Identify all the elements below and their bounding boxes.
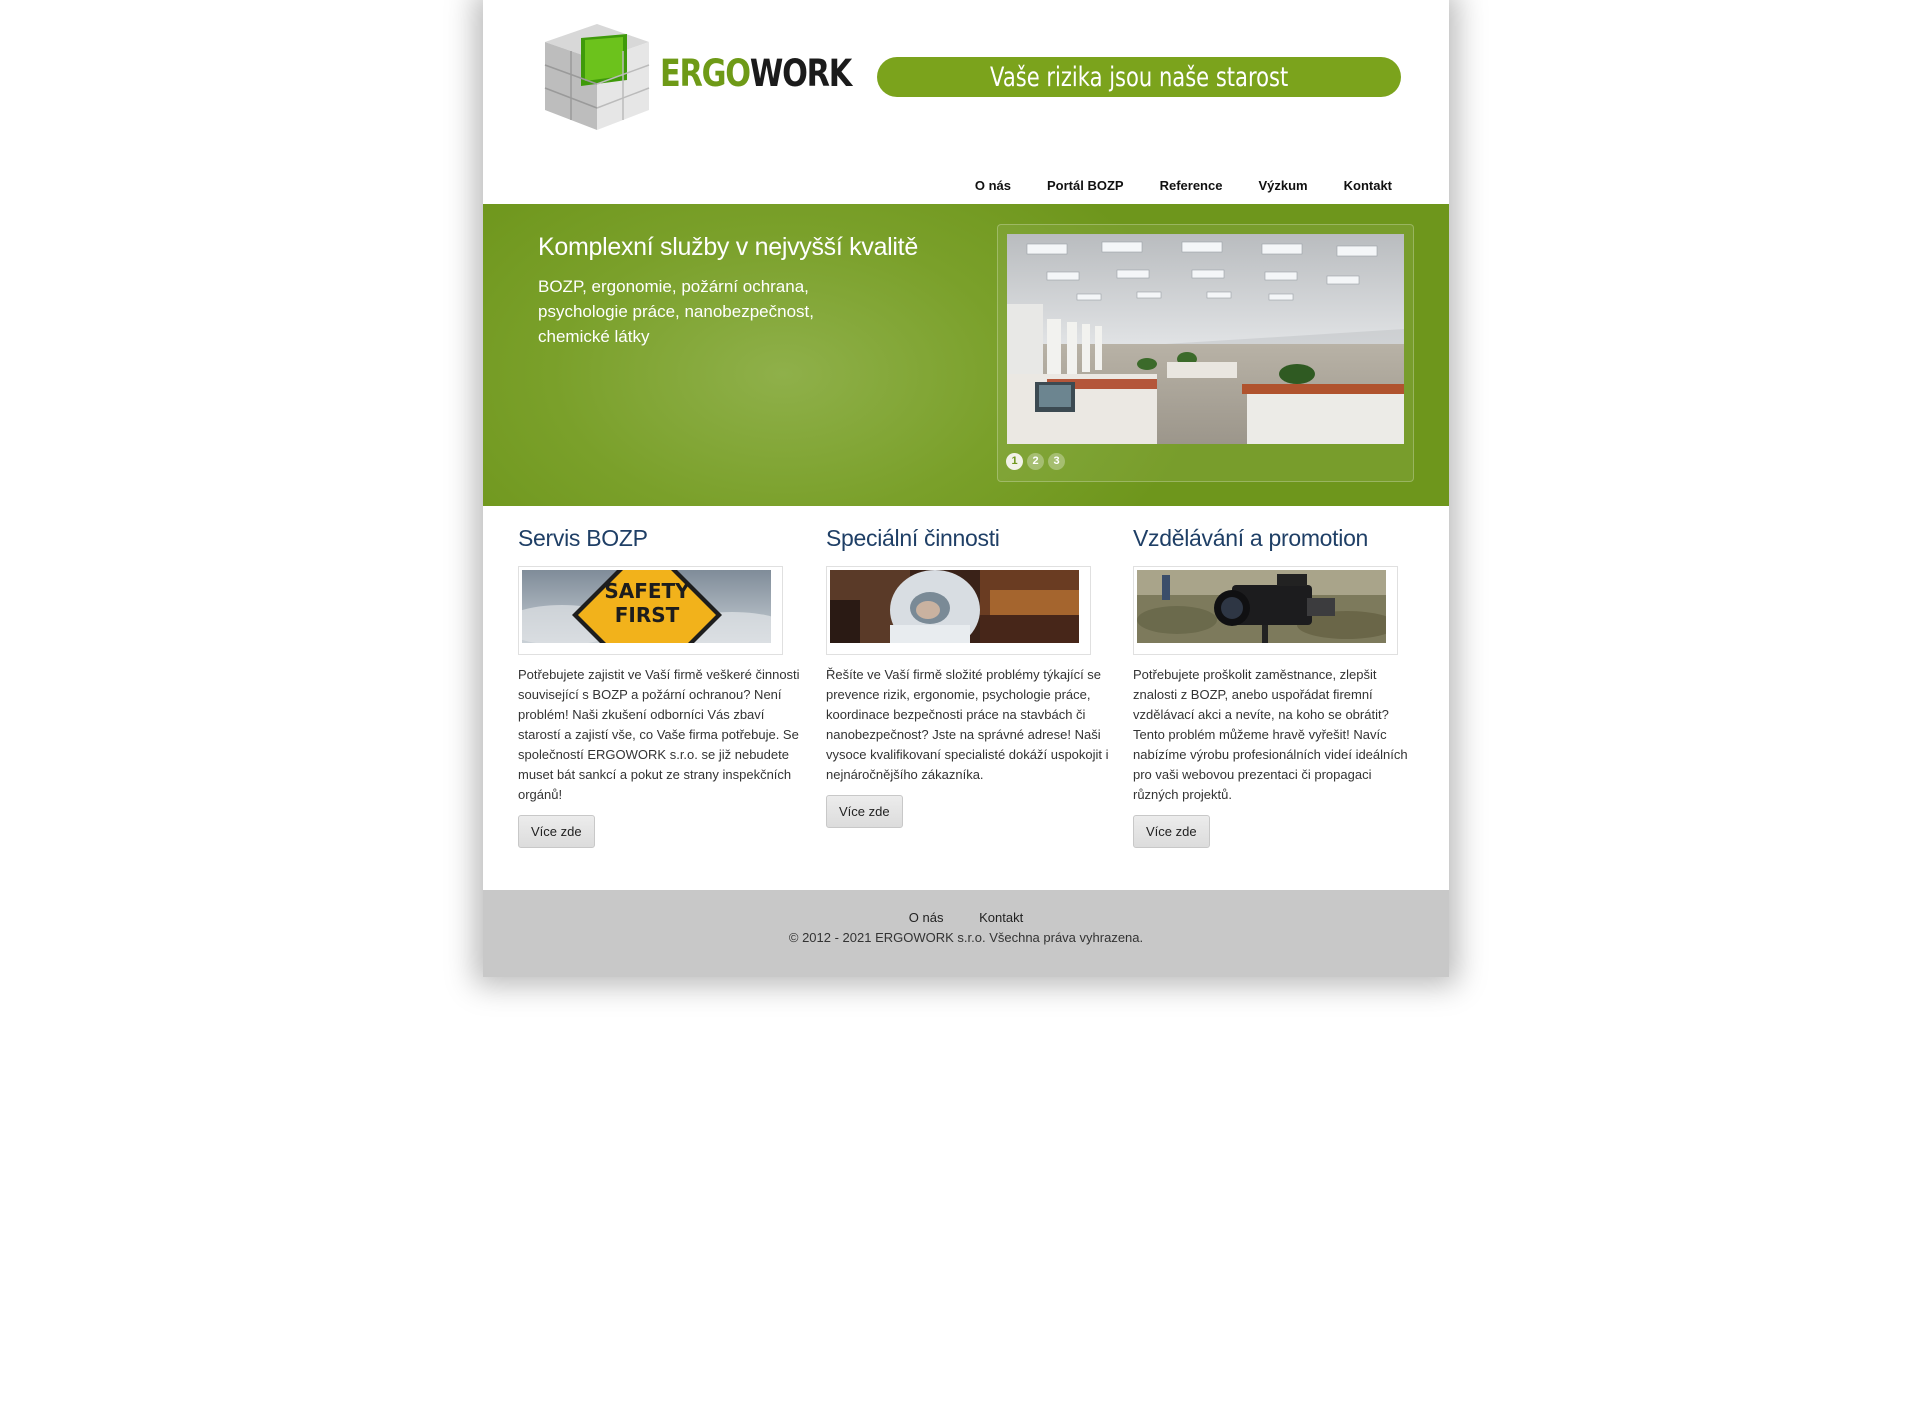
nav-item-kontakt[interactable]: Kontakt <box>1344 178 1392 193</box>
hero-banner: Komplexní služby v nejvyšší kvalitě BOZP… <box>483 204 1449 506</box>
main-nav: O nás Portál BOZP Reference Výzkum Konta… <box>939 178 1392 193</box>
service-column-vzdelavani: Vzdělávání a promotion Potřebujete prošk… <box>1133 525 1416 848</box>
nav-item-o-nas[interactable]: O nás <box>975 178 1011 193</box>
slogan-text: Vaše rizika jsou naše starost <box>989 61 1289 93</box>
copyright-text: © 2012 - 2021 ERGOWORK s.r.o. Všechna pr… <box>788 930 1144 945</box>
more-button-vzdelavani[interactable]: Více zde <box>1133 815 1210 848</box>
protective-suit-worker-image <box>830 570 1079 643</box>
hero-title: Komplexní služby v nejvyšší kvalitě <box>538 233 918 261</box>
service-thumbnail: SAFETY FIRST <box>518 566 783 655</box>
logo-ergo-text: ERGO <box>660 52 751 95</box>
logo-work-text: WORK <box>749 52 852 95</box>
service-title: Speciální činnosti <box>826 525 1000 551</box>
slider-dot-2[interactable]: 2 <box>1027 453 1044 470</box>
footer-link-kontakt[interactable]: Kontakt <box>979 910 1023 925</box>
page-container: ERGOWORK Vaše rizika jsou naše starost O… <box>483 0 1449 977</box>
service-description: Řešíte ve Vaší firmě složité problémy tý… <box>826 667 1109 782</box>
footer-nav: O nás Kontakt <box>483 910 1449 925</box>
more-button-specialni-cinnosti[interactable]: Více zde <box>826 795 903 828</box>
service-column-specialni-cinnosti: Speciální činnosti Řešíte ve Vaší firmě … <box>826 525 1109 828</box>
service-description: Potřebujete proškolit zaměstnance, zlepš… <box>1133 667 1408 802</box>
footer-link-o-nas[interactable]: O nás <box>909 910 944 925</box>
logo-cube-icon[interactable] <box>541 20 653 134</box>
nav-item-reference[interactable]: Reference <box>1160 178 1223 193</box>
service-column-servis-bozp: Servis BOZP SAFETY FIRST Potřebujete zaj… <box>518 525 801 848</box>
service-thumbnail <box>1133 566 1398 655</box>
service-thumbnail <box>826 566 1091 655</box>
hero-subtitle: BOZP, ergonomie, požární ochrana, psycho… <box>538 277 814 346</box>
service-description: Potřebujete zajistit ve Vaší firmě veške… <box>518 667 800 802</box>
nav-item-portal-bozp[interactable]: Portál BOZP <box>1047 178 1124 193</box>
safety-first-sign-image: SAFETY FIRST <box>522 570 771 643</box>
slider-dot-3[interactable]: 3 <box>1048 453 1065 470</box>
slogan-banner: Vaše rizika jsou naše starost <box>877 57 1401 97</box>
more-button-servis-bozp[interactable]: Více zde <box>518 815 595 848</box>
site-footer: O nás Kontakt © 2012 - 2021 ERGOWORK s.r… <box>483 890 1449 977</box>
sign-text-safety: SAFETY <box>604 579 690 603</box>
sign-text-first: FIRST <box>615 603 680 627</box>
image-slider: 1 2 3 <box>997 224 1414 482</box>
services-section: Servis BOZP SAFETY FIRST Potřebujete zaj… <box>483 506 1449 901</box>
service-title: Servis BOZP <box>518 525 648 551</box>
office-slide-image <box>1007 234 1404 444</box>
nav-item-vyzkum[interactable]: Výzkum <box>1258 178 1307 193</box>
video-camera-image <box>1137 570 1386 643</box>
logo-wordmark[interactable]: ERGOWORK <box>660 52 852 95</box>
slider-dot-1[interactable]: 1 <box>1006 453 1023 470</box>
slider-pagination: 1 2 3 <box>1006 453 1065 470</box>
service-title: Vzdělávání a promotion <box>1133 525 1369 551</box>
site-header: ERGOWORK Vaše rizika jsou naše starost O… <box>483 0 1449 204</box>
